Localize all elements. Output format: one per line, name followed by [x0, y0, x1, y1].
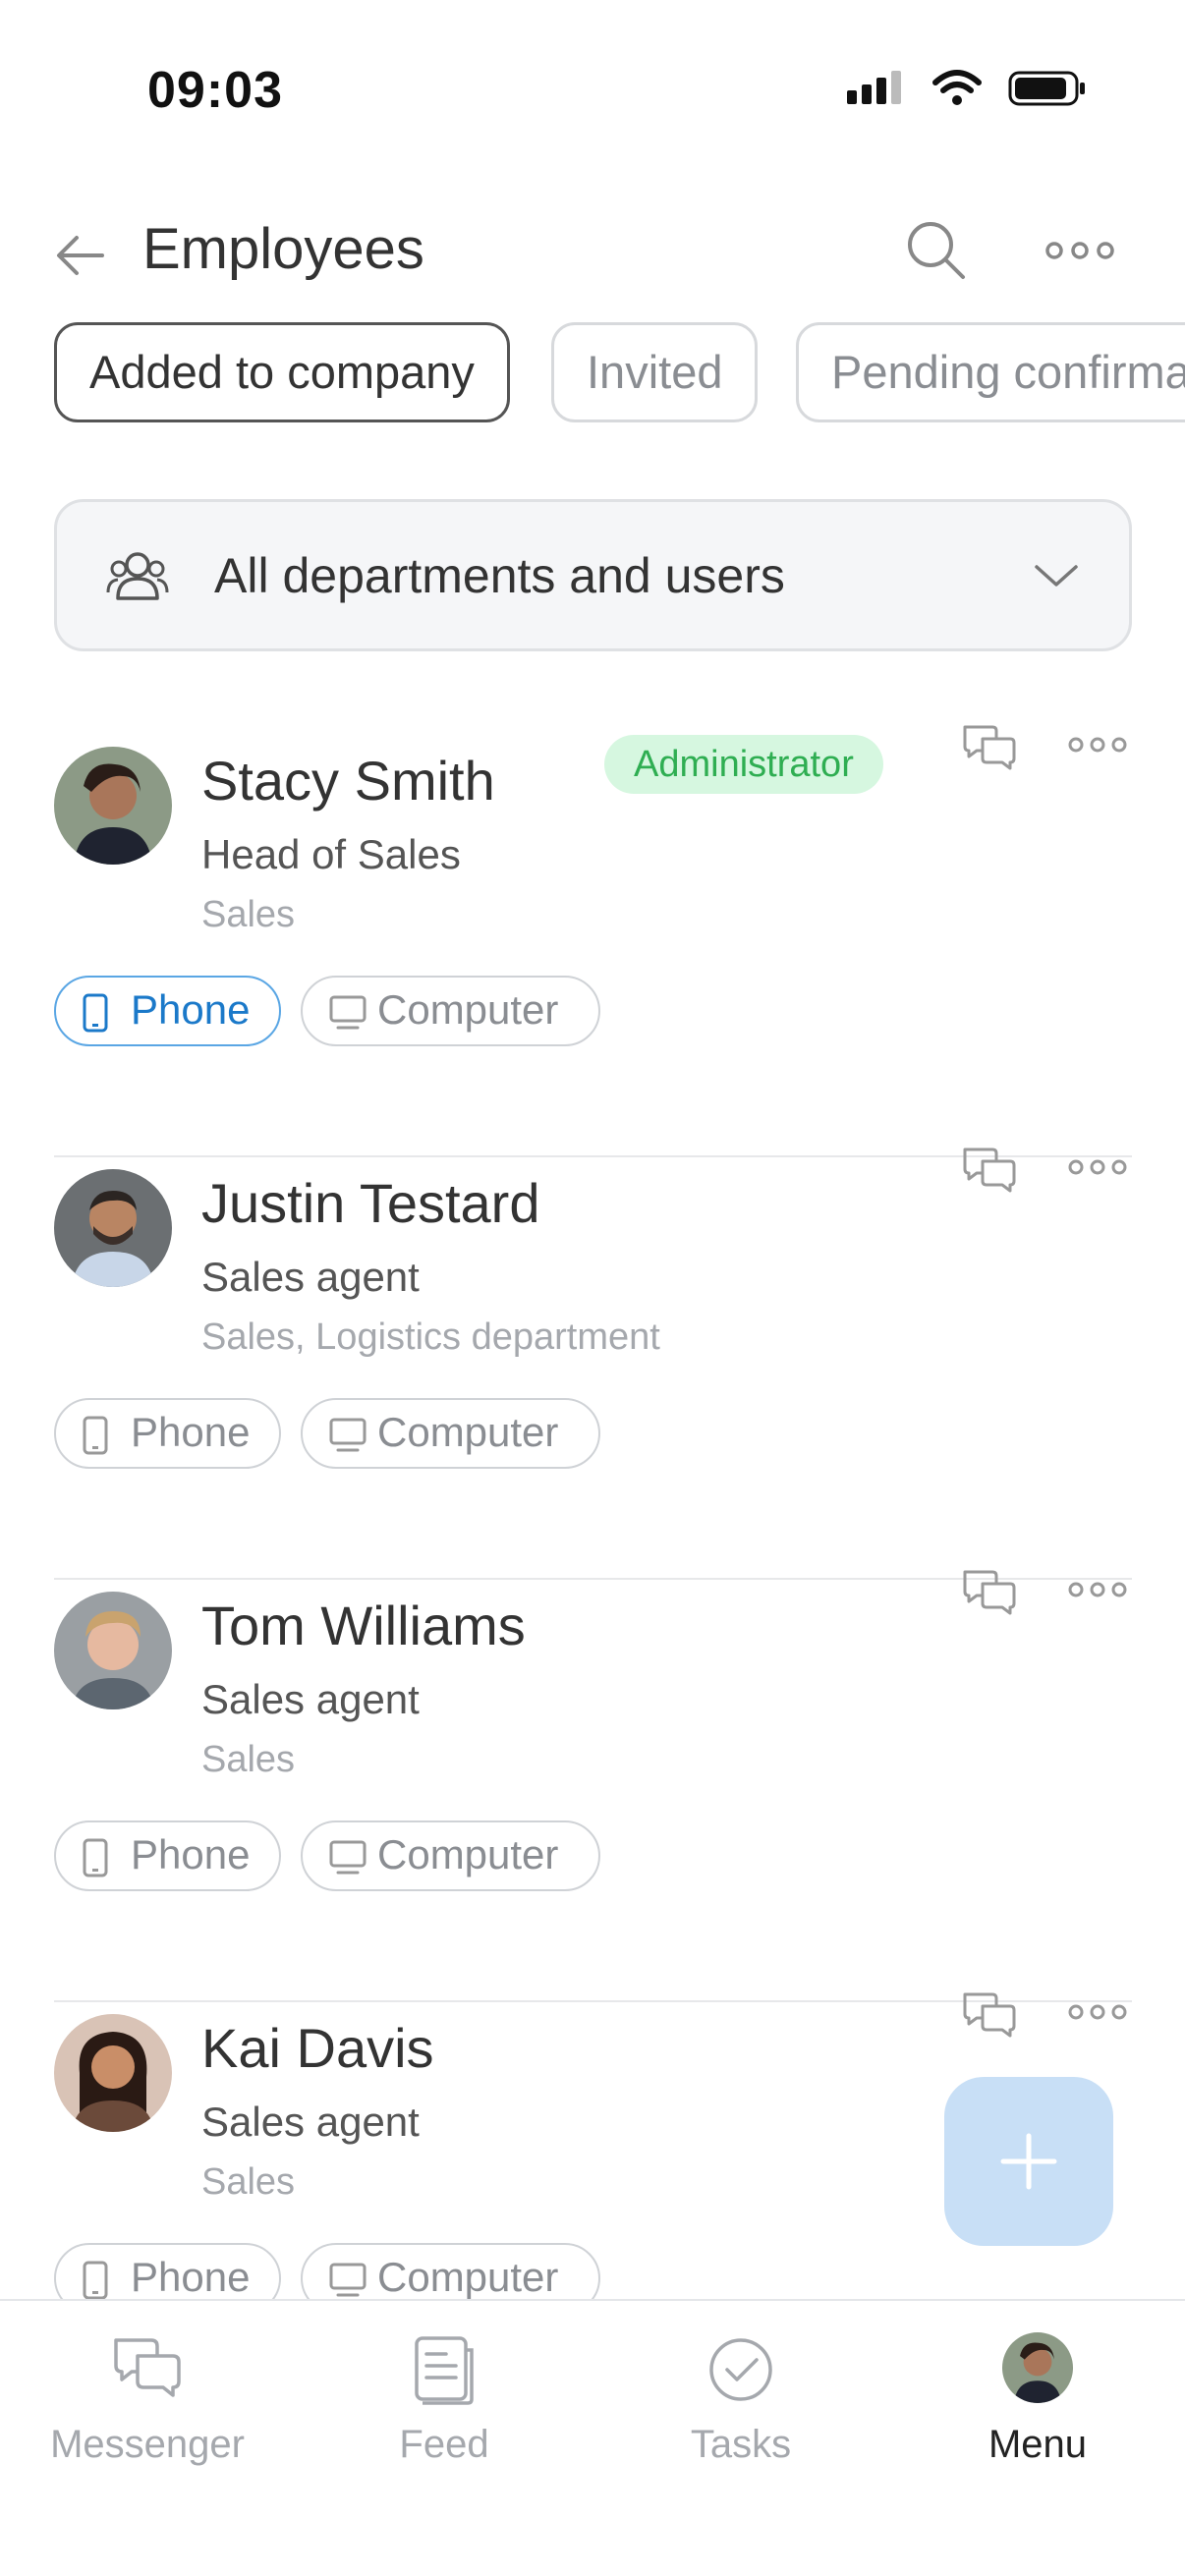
phone-label: Phone	[131, 2254, 251, 2300]
computer-icon	[329, 2263, 367, 2297]
employee-department: Sales	[201, 1739, 296, 1780]
status-bar: 09:03	[0, 0, 1185, 187]
more-options-icon[interactable]	[1068, 2000, 1127, 2024]
computer-icon	[329, 995, 367, 1030]
users-group-icon	[106, 552, 169, 600]
search-icon[interactable]	[904, 218, 967, 281]
phone-device-chip[interactable]: Phone	[54, 1398, 281, 1469]
chevron-down-icon	[1035, 565, 1078, 587]
employee-department: Sales	[201, 2161, 296, 2203]
employee-role: Head of Sales	[201, 831, 461, 877]
employee-role: Sales agent	[201, 1254, 420, 1300]
feed-icon	[415, 2336, 474, 2405]
phone-device-chip[interactable]: Phone	[54, 1820, 281, 1891]
wifi-icon	[932, 70, 982, 105]
filter-added-to-company[interactable]: Added to company	[54, 322, 510, 422]
nav-label: Menu	[988, 2423, 1088, 2466]
avatar[interactable]	[54, 747, 172, 865]
phone-device-chip[interactable]: Phone	[54, 976, 281, 1046]
more-options-icon[interactable]	[1045, 226, 1114, 275]
avatar[interactable]	[54, 2014, 172, 2132]
employee-role: Sales agent	[201, 2099, 420, 2145]
tasks-icon	[709, 2338, 772, 2401]
phone-label: Phone	[131, 1409, 251, 1455]
employee-name: Stacy Smith	[201, 750, 495, 812]
phone-icon	[83, 2261, 108, 2300]
filter-tabs: Added to company Invited Pending confirm…	[54, 322, 1185, 422]
page-title: Employees	[142, 217, 424, 281]
department-selector-label: All departments and users	[214, 548, 785, 603]
phone-icon	[83, 993, 108, 1033]
employee-card[interactable]: Tom Williams Sales agent Sales Phone Com…	[54, 1570, 1132, 2002]
computer-icon	[329, 1840, 367, 1875]
bottom-nav: Messenger Feed Tasks Menu	[0, 2299, 1185, 2576]
status-icons	[847, 69, 1087, 108]
avatar	[1002, 2332, 1073, 2403]
avatar[interactable]	[54, 1592, 172, 1709]
employee-role: Sales agent	[201, 1676, 420, 1722]
computer-label: Computer	[377, 1409, 559, 1455]
computer-label: Computer	[377, 986, 559, 1033]
computer-device-chip[interactable]: Computer	[301, 976, 600, 1046]
computer-label: Computer	[377, 2254, 559, 2300]
employee-card[interactable]: Justin Testard Sales agent Sales, Logist…	[54, 1148, 1132, 1580]
phone-icon	[83, 1416, 108, 1455]
employee-card[interactable]: Stacy Smith Administrator Head of Sales …	[54, 725, 1132, 1157]
more-options-icon[interactable]	[1068, 1578, 1127, 1601]
nav-messenger[interactable]: Messenger	[0, 2301, 295, 2497]
computer-icon	[329, 1418, 367, 1452]
avatar[interactable]	[54, 1169, 172, 1287]
plus-icon	[1000, 2133, 1057, 2190]
nav-label: Tasks	[690, 2423, 792, 2466]
chat-icon[interactable]	[961, 1566, 1018, 1615]
employee-name: Tom Williams	[201, 1595, 526, 1656]
nav-tasks[interactable]: Tasks	[593, 2301, 888, 2497]
back-arrow-icon[interactable]	[51, 226, 110, 285]
nav-menu[interactable]: Menu	[890, 2301, 1185, 2497]
computer-label: Computer	[377, 1831, 559, 1877]
battery-icon	[1008, 71, 1085, 106]
chat-icon[interactable]	[961, 721, 1018, 770]
employee-department: Sales, Logistics department	[201, 1316, 660, 1358]
employee-name: Kai Davis	[201, 2017, 434, 2079]
chat-icon[interactable]	[961, 1144, 1018, 1193]
phone-icon	[83, 1838, 108, 1877]
messenger-icon	[114, 2338, 181, 2397]
nav-feed[interactable]: Feed	[297, 2301, 592, 2497]
status-time: 09:03	[147, 62, 283, 119]
cellular-signal-icon	[847, 71, 901, 104]
nav-label: Feed	[399, 2423, 489, 2466]
phone-label: Phone	[131, 1831, 251, 1877]
department-selector[interactable]: All departments and users	[54, 499, 1132, 651]
filter-invited[interactable]: Invited	[551, 322, 759, 422]
more-options-icon[interactable]	[1068, 1155, 1127, 1179]
add-employee-button[interactable]	[944, 2077, 1113, 2246]
phone-label: Phone	[131, 986, 251, 1033]
employee-name: Justin Testard	[201, 1172, 540, 1234]
more-options-icon[interactable]	[1068, 733, 1127, 756]
header: Employees	[0, 187, 1185, 324]
filter-pending-confirmation[interactable]: Pending confirmation	[796, 322, 1185, 422]
computer-device-chip[interactable]: Computer	[301, 1398, 600, 1469]
admin-badge: Administrator	[604, 735, 883, 794]
chat-icon[interactable]	[961, 1988, 1018, 2038]
computer-device-chip[interactable]: Computer	[301, 1820, 600, 1891]
nav-label: Messenger	[50, 2423, 245, 2466]
employee-department: Sales	[201, 894, 296, 935]
